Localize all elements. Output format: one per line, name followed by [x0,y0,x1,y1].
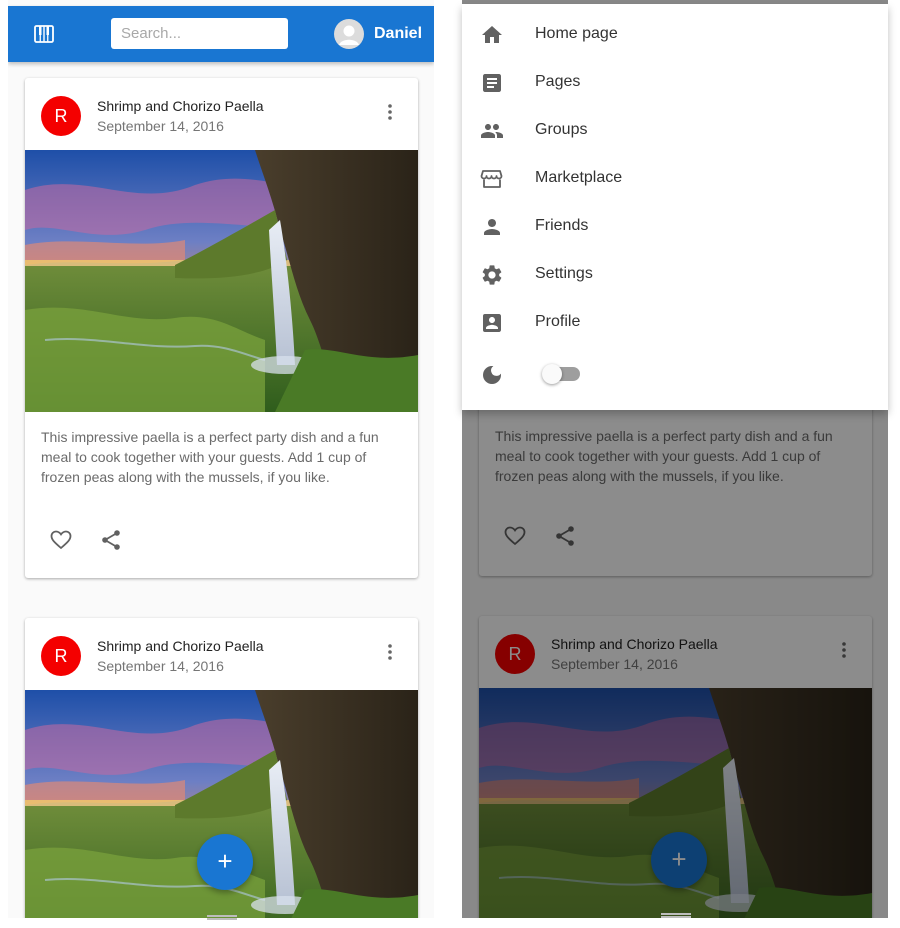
navigation-menu: Home page Pages Groups Marketplace Frien… [462,4,888,410]
menu-item-label: Profile [535,313,581,330]
menu-item-groups[interactable]: Groups [462,107,888,155]
card-title: Shrimp and Chorizo Paella [97,638,264,654]
menu-item-label: Home page [535,25,618,42]
moon-icon [483,366,501,384]
recipe-card: R Shrimp and Chorizo Paella September 14… [25,78,418,578]
menu-item-label: Groups [535,121,588,138]
user-name[interactable]: Daniel [374,25,422,43]
menu-item-profile[interactable]: Profile [462,299,888,347]
add-fab-button[interactable]: + [197,834,253,890]
feed-screen: Daniel R Shrimp and Chorizo Paella Septe… [8,0,434,918]
share-icon[interactable] [99,528,123,552]
card-body-text: This impressive paella is a perfect part… [41,429,379,485]
drag-handle-icon[interactable] [207,915,237,920]
card-actions [25,520,418,578]
more-vert-icon[interactable] [380,102,400,122]
user-avatar[interactable] [334,19,364,49]
card-header: R Shrimp and Chorizo Paella September 14… [25,78,418,150]
menu-item-dark-mode [462,351,888,399]
card-avatar: R [41,96,81,136]
drag-handle-icon[interactable] [661,913,691,918]
user-avatar-icon [339,25,359,45]
menu-item-friends[interactable]: Friends [462,203,888,251]
search-input[interactable] [111,18,288,49]
home-icon [482,26,502,43]
heart-icon[interactable] [49,528,73,552]
groups-icon [481,124,503,138]
account-box-icon [483,314,501,332]
menu-item-label: Friends [535,217,589,234]
dark-mode-toggle[interactable] [542,364,580,384]
menu-item-label: Settings [535,265,593,282]
piano-logo-icon[interactable] [34,24,54,44]
card-title: Shrimp and Chorizo Paella [97,98,264,114]
menu-item-pages[interactable]: Pages [462,59,888,107]
menu-item-home[interactable]: Home page [462,11,888,59]
card-header: R Shrimp and Chorizo Paella September 14… [25,618,418,690]
app-bar: Daniel [8,6,434,62]
more-vert-icon[interactable] [380,642,400,662]
person-icon [484,219,500,235]
pages-icon [483,74,501,92]
menu-item-label: Marketplace [535,169,623,186]
card-date: September 14, 2016 [97,118,224,134]
store-icon [480,170,503,188]
card-image [25,150,418,412]
menu-item-label: Pages [535,73,581,90]
gear-icon [482,265,502,285]
card-avatar: R [41,636,81,676]
menu-item-marketplace[interactable]: Marketplace [462,155,888,203]
menu-item-settings[interactable]: Settings [462,251,888,299]
card-date: September 14, 2016 [97,658,224,674]
toggle-knob [542,364,562,384]
waterfall-landscape-image [25,150,418,412]
